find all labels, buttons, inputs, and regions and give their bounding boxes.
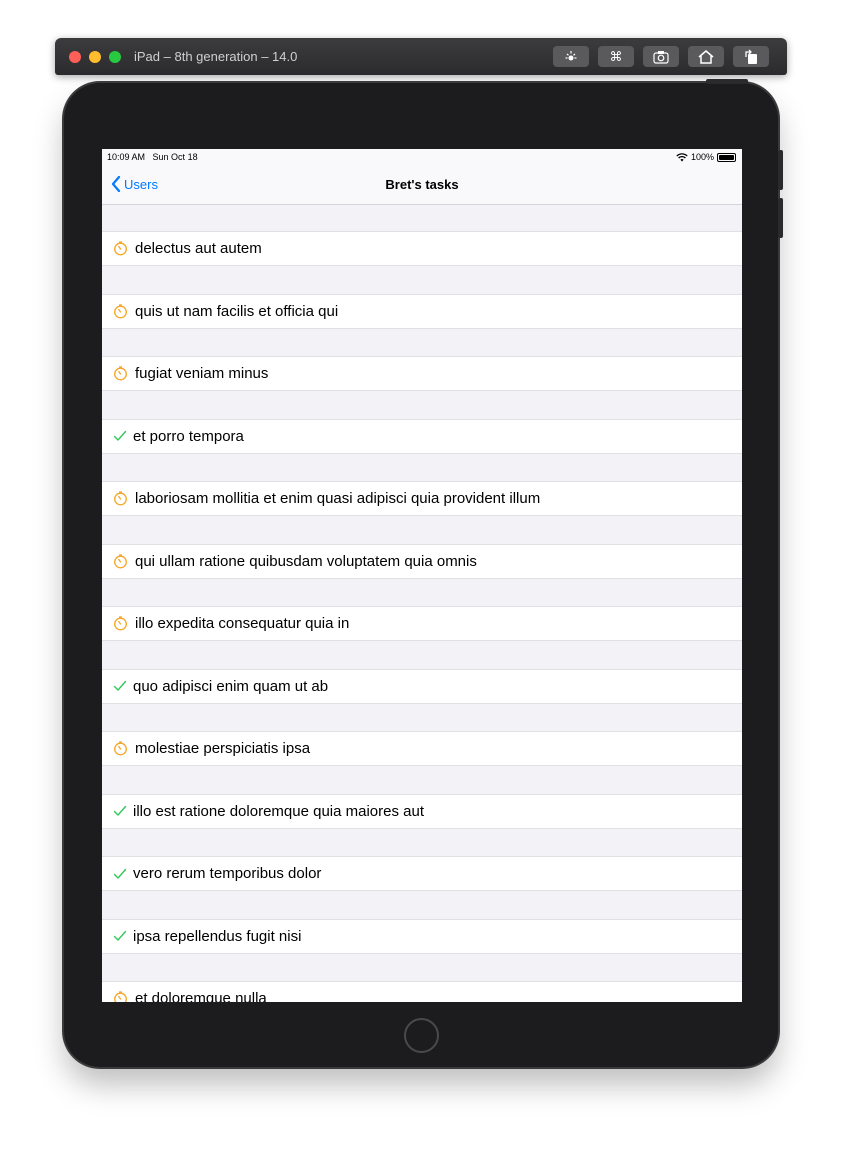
brightness-button[interactable] <box>553 46 589 67</box>
rotate-button[interactable] <box>733 46 769 67</box>
timer-icon <box>113 616 129 631</box>
volume-up-button <box>778 150 783 190</box>
task-title: laboriosam mollitia et enim quasi adipis… <box>135 490 541 507</box>
task-title: vero rerum temporibus dolor <box>133 865 322 882</box>
wifi-icon <box>676 152 688 161</box>
timer-icon <box>113 491 129 506</box>
task-title: illo est ratione doloremque quia maiores… <box>133 802 424 820</box>
task-row[interactable]: illo expedita consequatur quia in <box>102 606 742 641</box>
status-time: 10:09 AM <box>107 152 146 162</box>
task-title: qui ullam ratione quibusdam voluptatem q… <box>135 552 477 570</box>
navigation-bar: Users Bret's tasks <box>102 167 742 205</box>
simulator-toolbar: iPad – 8th generation – 14.0 ⌘ <box>55 38 787 75</box>
task-title: fugiat veniam minus <box>135 365 269 382</box>
home-icon <box>698 49 714 64</box>
simulator-title: iPad – 8th generation – 14.0 <box>134 49 298 64</box>
task-row[interactable]: et doloremque nulla <box>102 981 742 1002</box>
timer-icon <box>113 241 129 256</box>
battery-percent: 100% <box>690 152 714 162</box>
task-row[interactable]: molestiae perspiciatis ipsa <box>102 731 742 766</box>
task-row[interactable]: laboriosam mollitia et enim quasi adipis… <box>102 481 742 516</box>
task-title: molestiae perspiciatis ipsa <box>135 740 311 757</box>
command-button[interactable]: ⌘ <box>598 46 634 67</box>
checkmark-icon <box>113 430 129 442</box>
checkmark-icon <box>113 868 129 880</box>
task-title: quo adipisci enim quam ut ab <box>133 677 329 695</box>
screenshot-button[interactable] <box>643 46 679 67</box>
power-button <box>706 79 748 84</box>
timer-icon <box>113 741 129 756</box>
task-row[interactable]: qui ullam ratione quibusdam voluptatem q… <box>102 543 742 579</box>
command-icon: ⌘ <box>609 48 623 64</box>
task-title: et doloremque nulla <box>135 990 267 1002</box>
timer-icon <box>113 553 129 569</box>
task-title: illo expedita consequatur quia in <box>135 615 350 632</box>
task-row[interactable]: vero rerum temporibus dolor <box>102 856 742 891</box>
checkmark-icon <box>113 805 129 817</box>
task-row[interactable]: et porro tempora <box>102 418 742 454</box>
page-title: Bret's tasks <box>385 177 459 192</box>
task-title: delectus aut autem <box>135 240 262 257</box>
task-row[interactable]: ipsa repellendus fugit nisi <box>102 918 742 954</box>
checkmark-icon <box>113 680 129 692</box>
checkmark-icon <box>113 930 129 942</box>
volume-down-button <box>778 198 783 238</box>
rotate-icon <box>745 49 757 64</box>
task-title: quis ut nam facilis et officia qui <box>135 302 339 320</box>
zoom-window-button[interactable] <box>109 51 121 63</box>
battery-icon <box>717 152 736 162</box>
task-title: ipsa repellendus fugit nisi <box>133 927 302 945</box>
timer-icon <box>113 303 129 319</box>
task-title: et porro tempora <box>133 427 244 445</box>
device-home-button[interactable] <box>404 1018 439 1053</box>
status-date: Sun Oct 18 <box>152 152 198 162</box>
timer-icon <box>113 991 129 1002</box>
device-screen: 10:09 AM Sun Oct 18 100% Users Bret's ta… <box>102 149 742 1002</box>
task-row[interactable]: delectus aut autem <box>102 231 742 266</box>
home-toolbar-button[interactable] <box>688 46 724 67</box>
task-row[interactable]: quis ut nam facilis et officia qui <box>102 293 742 329</box>
screenshot-icon <box>653 50 669 64</box>
close-window-button[interactable] <box>69 51 81 63</box>
task-row[interactable]: fugiat veniam minus <box>102 356 742 391</box>
minimize-window-button[interactable] <box>89 51 101 63</box>
task-row[interactable]: illo est ratione doloremque quia maiores… <box>102 793 742 829</box>
timer-icon <box>113 366 129 381</box>
status-bar: 10:09 AM Sun Oct 18 100% <box>102 149 742 167</box>
task-row[interactable]: quo adipisci enim quam ut ab <box>102 668 742 704</box>
brightness-icon <box>565 50 577 60</box>
